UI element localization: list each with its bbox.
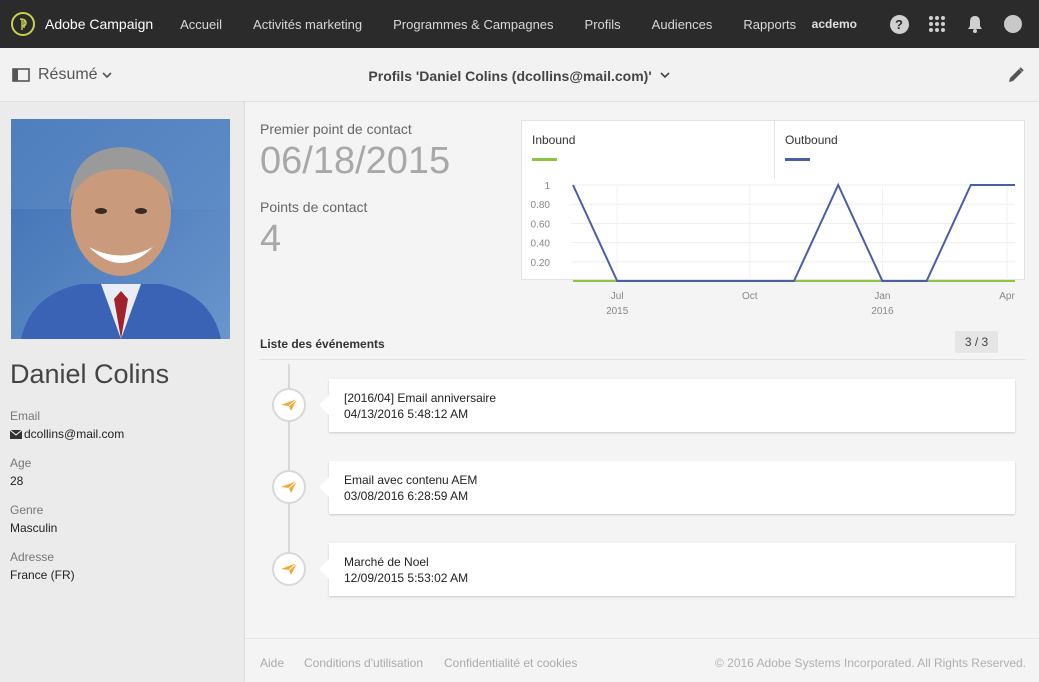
legend-swatch: [532, 158, 557, 161]
legend-label: Inbound: [532, 133, 576, 147]
event-name: [2016/04] Email anniversaire: [344, 391, 497, 405]
event-card[interactable]: Marché de Noel 12/09/2015 5:53:02 AM: [319, 543, 1015, 596]
brand-name: Adobe Campaign: [45, 16, 154, 32]
contacts-value: 4: [260, 218, 282, 260]
brand[interactable]: Adobe Campaign: [0, 12, 165, 36]
y-tick-label: 0.20: [531, 258, 551, 269]
chevron-down-icon: [659, 72, 670, 79]
x-tick-sublabel: 2015: [606, 306, 629, 317]
page-title[interactable]: Profils 'Daniel Colins (dcollins@mail.co…: [0, 68, 1039, 84]
main-content: Premier point de contact 06/18/2015 Poin…: [245, 102, 1039, 682]
field-genre: Genre Masculin: [10, 503, 57, 535]
x-tick-label: Apr: [999, 291, 1015, 302]
adobe-campaign-logo-icon: [11, 12, 35, 36]
nav-item-rapports[interactable]: Rapports: [728, 17, 812, 32]
copyright: © 2016 Adobe Systems Incorporated. All R…: [714, 656, 1026, 670]
event-card[interactable]: [2016/04] Email anniversaire 04/13/2016 …: [319, 379, 1015, 432]
legend-label: Outbound: [785, 133, 838, 147]
bell-icon[interactable]: [965, 14, 985, 34]
nav-item-audiences[interactable]: Audiences: [636, 17, 728, 32]
first-contact-value: 06/18/2015: [260, 140, 451, 182]
x-tick-label: Jul: [611, 291, 624, 302]
x-tick-label: Oct: [742, 291, 758, 302]
edit-pencil-icon[interactable]: [1007, 66, 1025, 89]
y-tick-label: 0.40: [531, 239, 551, 250]
legend-swatch: [785, 158, 810, 161]
y-tick-label: 1: [544, 181, 550, 192]
nav-item-accueil[interactable]: Accueil: [165, 17, 238, 32]
field-value: France (FR): [10, 568, 75, 582]
email-send-icon: [272, 388, 306, 422]
main-menu: Accueil Activités marketing Programmes &…: [165, 17, 812, 32]
profile-panel: Daniel Colins Email dcollins@mail.com Ag…: [0, 102, 245, 682]
top-nav: Adobe Campaign Accueil Activités marketi…: [0, 0, 1039, 48]
footer: Aide Conditions d'utilisation Confidenti…: [245, 638, 1039, 682]
profile-name: Daniel Colins: [10, 359, 170, 389]
events-count-badge: 3 / 3: [955, 331, 998, 353]
nav-item-programmes-campagnes[interactable]: Programmes & Campagnes: [378, 17, 569, 32]
chart-plot: 1 0.80 0.60 0.40 0.20 Jul 2015 Oct Jan 2016 Apr: [531, 181, 1016, 317]
footer-link-confidentialite[interactable]: Confidentialité et cookies: [444, 656, 577, 670]
field-email: Email dcollins@mail.com: [10, 409, 124, 441]
divider: [260, 359, 1026, 360]
profile-photo: [11, 119, 230, 339]
contacts-label: Points de contact: [260, 199, 368, 215]
apps-grid-icon[interactable]: [927, 14, 947, 34]
user-avatar-icon[interactable]: [1003, 14, 1023, 34]
first-contact-label: Premier point de contact: [260, 121, 412, 137]
email-send-icon: [272, 552, 306, 586]
event-date: 12/09/2015 5:53:02 AM: [344, 571, 469, 585]
event-date: 04/13/2016 5:48:12 AM: [344, 407, 469, 421]
footer-link-conditions[interactable]: Conditions d'utilisation: [304, 656, 423, 670]
nav-right: acdemo ?: [812, 14, 1039, 34]
field-label: Age: [10, 456, 32, 470]
event-name: Marché de Noel: [344, 555, 429, 569]
field-value[interactable]: dcollins@mail.com: [24, 427, 124, 441]
field-label: Genre: [10, 503, 44, 517]
y-tick-label: 0.60: [531, 219, 551, 230]
field-value: Masculin: [10, 521, 58, 535]
user-name[interactable]: acdemo: [812, 17, 857, 31]
nav-item-activites-marketing[interactable]: Activités marketing: [238, 17, 378, 32]
field-value: 28: [10, 474, 24, 488]
y-tick-label: 0.80: [531, 200, 551, 211]
field-label: Email: [10, 409, 41, 423]
events-title: Liste des événements: [260, 337, 385, 351]
event-name: Email avec contenu AEM: [344, 473, 478, 487]
email-send-icon: [272, 470, 306, 504]
x-tick-label: Jan: [874, 291, 890, 302]
nav-item-profils[interactable]: Profils: [569, 17, 636, 32]
x-tick-sublabel: 2016: [871, 306, 894, 317]
series-line-outbound: [572, 182, 1015, 282]
event-card[interactable]: Email avec contenu AEM 03/08/2016 6:28:5…: [319, 461, 1015, 514]
sub-header: Résumé Profils 'Daniel Colins (dcollins@…: [0, 48, 1039, 102]
footer-link-aide[interactable]: Aide: [260, 656, 284, 670]
event-date: 03/08/2016 6:28:59 AM: [344, 489, 469, 503]
help-icon[interactable]: ?: [889, 14, 909, 34]
envelope-icon: [10, 429, 22, 439]
field-adresse: Adresse France (FR): [10, 550, 75, 582]
field-age: Age 28: [10, 456, 31, 488]
field-label: Adresse: [10, 550, 55, 564]
